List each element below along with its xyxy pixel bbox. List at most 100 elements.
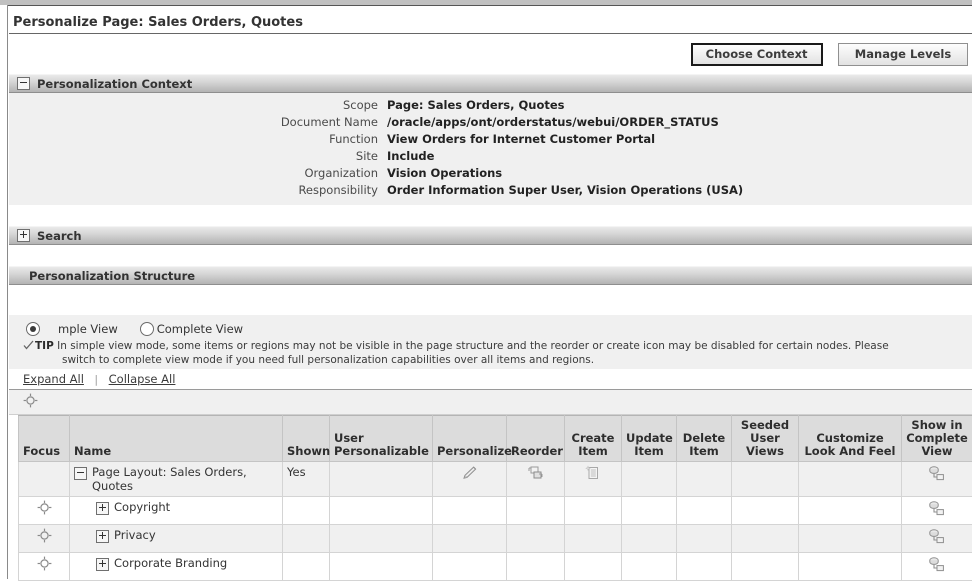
column-header-seeded-user-views: Seeded User Views <box>732 416 799 462</box>
tree-node: Privacy <box>74 528 278 543</box>
node-label: Page Layout: Sales Orders,Quotes <box>92 465 247 493</box>
context-row: Site Include <box>9 148 972 164</box>
focus-icon[interactable] <box>37 500 52 518</box>
show-in-complete-view-icon[interactable] <box>926 465 948 486</box>
cell-seeded-user-views <box>732 553 799 581</box>
clf-line-2: Look And Feel <box>804 444 895 458</box>
create-item-line-1: Create <box>572 431 615 445</box>
cell-create-item[interactable] <box>565 462 622 497</box>
page-action-buttons: Choose Context Manage Levels <box>9 34 972 62</box>
pencil-icon[interactable] <box>461 465 479 484</box>
sicv-line-1: Show in <box>911 418 962 432</box>
cell-focus[interactable] <box>19 525 70 553</box>
column-header-personalize: Personalize <box>433 416 507 462</box>
node-label: Privacy <box>114 528 156 542</box>
cell-create-item <box>565 553 622 581</box>
node-label: Corporate Branding <box>114 556 227 570</box>
plus-icon[interactable] <box>96 558 109 571</box>
plus-icon[interactable] <box>17 229 30 242</box>
cell-focus <box>19 462 70 497</box>
cell-name: Privacy <box>70 525 283 553</box>
table-body: Page Layout: Sales Orders,Quotes Yes <box>19 462 972 581</box>
column-header-user-personalizable: User Personalizable <box>330 416 433 462</box>
minus-icon[interactable] <box>74 467 87 480</box>
radio-simple-view[interactable] <box>26 322 40 336</box>
cell-focus[interactable] <box>19 553 70 581</box>
tree-node: Corporate Branding <box>74 556 278 571</box>
cell-user-personalizable <box>330 497 433 525</box>
column-header-customize-look-and-feel: Customize Look And Feel <box>799 416 902 462</box>
table-row: Corporate Branding <box>19 553 972 581</box>
view-mode-panel: mple View Complete View TIP In simple vi… <box>9 315 972 369</box>
table-row: Privacy <box>19 525 972 553</box>
link-separator: | <box>94 373 98 386</box>
spacer <box>9 285 972 315</box>
context-label-organization: Organization <box>9 165 387 181</box>
manage-levels-button[interactable]: Manage Levels <box>838 43 968 66</box>
cell-reorder <box>507 525 565 553</box>
context-row: Responsibility Order Information Super U… <box>9 182 972 198</box>
cell-show-in-complete-view[interactable] <box>902 553 972 581</box>
cell-customize-look-and-feel <box>799 462 902 497</box>
cell-user-personalizable <box>330 525 433 553</box>
spacer <box>9 245 972 266</box>
search-title: Search <box>37 229 82 243</box>
collapse-all-link[interactable]: Collapse All <box>109 372 176 386</box>
create-item-icon[interactable] <box>584 465 602 484</box>
update-item-line-2: Item <box>634 444 664 458</box>
table-row: Copyright <box>19 497 972 525</box>
focus-icon[interactable] <box>23 393 38 411</box>
personalization-context-body: Scope Page: Sales Orders, Quotes Documen… <box>9 93 972 205</box>
column-header-reorder: Reorder <box>507 416 565 462</box>
focus-icon[interactable] <box>37 556 52 574</box>
column-header-update-item: Update Item <box>622 416 677 462</box>
node-label-line-1: Page Layout: Sales Orders, <box>92 465 247 479</box>
column-header-focus: Focus <box>19 416 70 462</box>
choose-context-button[interactable]: Choose Context <box>691 43 823 66</box>
tip-message: TIP In simple view mode, some items or r… <box>9 337 972 369</box>
tree-node: Copyright <box>74 500 278 515</box>
reorder-icon[interactable] <box>527 465 545 484</box>
sicv-line-2: Complete <box>906 431 968 445</box>
show-in-complete-view-icon[interactable] <box>926 556 948 577</box>
show-in-complete-view-icon[interactable] <box>926 500 948 521</box>
tip-line-1: In simple view mode, some items or regio… <box>57 340 889 352</box>
cell-show-in-complete-view[interactable] <box>902 462 972 497</box>
show-in-complete-view-icon[interactable] <box>926 528 948 549</box>
cell-seeded-user-views <box>732 525 799 553</box>
cell-delete-item <box>677 497 732 525</box>
column-header-delete-item: Delete Item <box>677 416 732 462</box>
minus-icon[interactable] <box>17 77 30 90</box>
cell-delete-item <box>677 525 732 553</box>
page-container: Personalize Page: Sales Orders, Quotes C… <box>9 6 972 579</box>
table-row: Page Layout: Sales Orders,Quotes Yes <box>19 462 972 497</box>
cell-show-in-complete-view[interactable] <box>902 497 972 525</box>
cell-shown <box>283 553 330 581</box>
cell-show-in-complete-view[interactable] <box>902 525 972 553</box>
context-row: Scope Page: Sales Orders, Quotes <box>9 97 972 113</box>
cell-delete-item <box>677 553 732 581</box>
focus-icon[interactable] <box>37 528 52 546</box>
tip-text: TIP In simple view mode, some items or r… <box>35 339 889 367</box>
plus-icon[interactable] <box>96 502 109 515</box>
cell-focus[interactable] <box>19 497 70 525</box>
plus-icon[interactable] <box>96 530 109 543</box>
focus-toolbar <box>9 390 972 415</box>
cell-reorder[interactable] <box>507 462 565 497</box>
search-header[interactable]: Search <box>9 226 972 245</box>
update-item-line-1: Update <box>626 431 673 445</box>
cell-update-item <box>622 525 677 553</box>
column-header-shown: Shown <box>283 416 330 462</box>
context-label-scope: Scope <box>9 97 387 113</box>
node-label: Copyright <box>114 500 170 514</box>
personalization-context-header[interactable]: Personalization Context <box>9 74 972 93</box>
cell-personalize[interactable] <box>433 462 507 497</box>
personalization-context-title: Personalization Context <box>37 77 192 91</box>
spacer <box>9 205 972 226</box>
cell-personalize <box>433 553 507 581</box>
context-value-site: Include <box>387 148 434 164</box>
radio-complete-view[interactable] <box>140 322 154 336</box>
cell-delete-item <box>677 462 732 497</box>
expand-all-link[interactable]: Expand All <box>23 372 84 386</box>
cell-personalize <box>433 497 507 525</box>
